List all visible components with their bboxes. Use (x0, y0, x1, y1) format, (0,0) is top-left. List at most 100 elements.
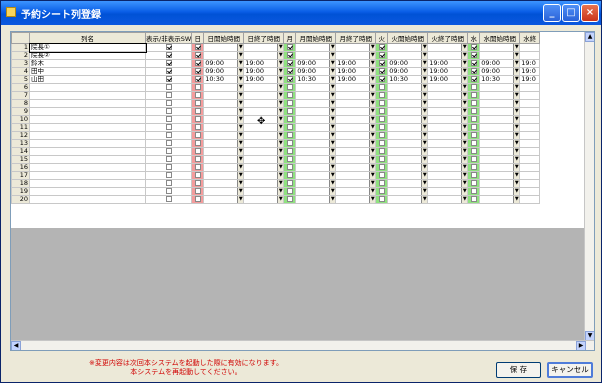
wed-start-time-select[interactable]: 09:00 ▼ (479, 67, 521, 76)
mon-enabled-checkbox[interactable] (286, 84, 293, 90)
dropdown-arrow-icon[interactable]: ▼ (369, 68, 375, 75)
sun-start-time-select[interactable]: ▼ (203, 179, 245, 188)
mon-enabled-cell[interactable] (283, 171, 297, 180)
visibility-switch-cell[interactable] (144, 107, 193, 116)
dropdown-arrow-icon[interactable]: ▼ (237, 164, 243, 171)
mon-enabled-checkbox[interactable] (286, 44, 293, 50)
tue-start-time-select[interactable]: ▼ (387, 179, 429, 188)
wed-end-time-select[interactable]: 19:0 (519, 59, 541, 68)
wed-enabled-cell[interactable] (467, 171, 481, 180)
tue-start-time-select[interactable]: ▼ (387, 131, 429, 140)
dropdown-arrow-icon[interactable]: ▼ (513, 172, 519, 179)
tue-start-time-select[interactable]: ▼ (387, 147, 429, 156)
dropdown-arrow-icon[interactable]: ▼ (513, 52, 519, 59)
dropdown-arrow-icon[interactable]: ▼ (277, 188, 283, 195)
visibility-checkbox[interactable] (165, 92, 172, 98)
wed-enabled-cell[interactable] (467, 67, 481, 76)
dropdown-arrow-icon[interactable]: ▼ (421, 76, 427, 83)
dropdown-arrow-icon[interactable]: ▼ (369, 84, 375, 91)
mon-enabled-checkbox[interactable] (286, 156, 293, 162)
dropdown-arrow-icon[interactable]: ▼ (277, 100, 283, 107)
scroll-right-icon[interactable]: ▶ (576, 341, 586, 350)
mon-end-time-select[interactable]: ▼ (335, 131, 377, 140)
wed-end-time-select[interactable] (519, 51, 541, 60)
dropdown-arrow-icon[interactable]: ▼ (329, 60, 335, 67)
wed-end-time-select[interactable] (519, 187, 541, 196)
sun-start-time-select[interactable]: ▼ (203, 147, 245, 156)
dropdown-arrow-icon[interactable]: ▼ (237, 156, 243, 163)
sun-end-time-select[interactable]: ▼ (243, 179, 285, 188)
dropdown-arrow-icon[interactable]: ▼ (513, 180, 519, 187)
minimize-button[interactable]: _ (543, 4, 561, 22)
sun-end-time-select[interactable]: ▼ (243, 195, 285, 204)
dropdown-arrow-icon[interactable]: ▼ (461, 164, 467, 171)
dropdown-arrow-icon[interactable]: ▼ (513, 188, 519, 195)
sun-enabled-cell[interactable] (191, 131, 205, 140)
dropdown-arrow-icon[interactable]: ▼ (329, 188, 335, 195)
visibility-switch-cell[interactable] (144, 43, 193, 52)
wed-start-time-select[interactable]: ▼ (479, 91, 521, 100)
dropdown-arrow-icon[interactable]: ▼ (421, 172, 427, 179)
dropdown-arrow-icon[interactable]: ▼ (421, 52, 427, 59)
tue-start-time-select[interactable]: ▼ (387, 139, 429, 148)
wed-enabled-checkbox[interactable] (470, 132, 477, 138)
sun-start-time-select[interactable]: ▼ (203, 139, 245, 148)
dropdown-arrow-icon[interactable]: ▼ (237, 108, 243, 115)
horizontal-scrollbar[interactable]: ◀ ▶ (11, 340, 594, 350)
visibility-checkbox[interactable] (165, 100, 172, 106)
dropdown-arrow-icon[interactable]: ▼ (513, 68, 519, 75)
dropdown-arrow-icon[interactable]: ▼ (237, 124, 243, 131)
sun-start-time-select[interactable]: ▼ (203, 171, 245, 180)
tue-start-time-select[interactable]: ▼ (387, 115, 429, 124)
mon-end-time-select[interactable]: ▼ (335, 195, 377, 204)
dropdown-arrow-icon[interactable]: ▼ (237, 52, 243, 59)
vertical-scrollbar[interactable]: ▲ ▼ (584, 32, 594, 341)
mon-enabled-checkbox[interactable] (286, 132, 293, 138)
wed-end-time-select[interactable] (519, 155, 541, 164)
visibility-checkbox[interactable] (165, 116, 172, 122)
sun-end-time-select[interactable]: ▼ (243, 187, 285, 196)
tue-start-time-select[interactable]: ▼ (387, 43, 429, 52)
wed-end-time-select[interactable] (519, 195, 541, 204)
mon-enabled-checkbox[interactable] (286, 108, 293, 114)
dropdown-arrow-icon[interactable]: ▼ (461, 52, 467, 59)
save-button[interactable]: 保 存 (496, 362, 541, 378)
sun-enabled-cell[interactable] (191, 171, 205, 180)
mon-end-time-select[interactable]: ▼ (335, 123, 377, 132)
wed-enabled-cell[interactable] (467, 83, 481, 92)
dropdown-arrow-icon[interactable]: ▼ (237, 188, 243, 195)
dropdown-arrow-icon[interactable]: ▼ (461, 68, 467, 75)
dropdown-arrow-icon[interactable]: ▼ (513, 108, 519, 115)
wed-enabled-checkbox[interactable] (470, 68, 477, 74)
sun-start-time-select[interactable]: ▼ (203, 43, 245, 52)
visibility-checkbox[interactable] (165, 172, 172, 178)
tue-start-time-select[interactable]: 10:30 ▼ (387, 75, 429, 84)
dropdown-arrow-icon[interactable]: ▼ (277, 68, 283, 75)
dropdown-arrow-icon[interactable]: ▼ (513, 148, 519, 155)
wed-start-time-select[interactable]: ▼ (479, 83, 521, 92)
column-name-cell[interactable] (29, 155, 146, 164)
dropdown-arrow-icon[interactable]: ▼ (277, 124, 283, 131)
sun-start-time-select[interactable]: ▼ (203, 99, 245, 108)
dropdown-arrow-icon[interactable]: ▼ (421, 68, 427, 75)
sun-enabled-cell[interactable] (191, 179, 205, 188)
dropdown-arrow-icon[interactable]: ▼ (513, 76, 519, 83)
dropdown-arrow-icon[interactable]: ▼ (237, 116, 243, 123)
sun-end-time-select[interactable]: ▼ (243, 91, 285, 100)
sun-end-time-select[interactable]: ▼ (243, 171, 285, 180)
sun-start-time-select[interactable]: ▼ (203, 115, 245, 124)
wed-enabled-cell[interactable] (467, 107, 481, 116)
sun-enabled-cell[interactable] (191, 75, 205, 84)
sun-end-time-select[interactable]: ▼ (243, 139, 285, 148)
mon-end-time-select[interactable]: ▼ (335, 155, 377, 164)
wed-end-time-select[interactable] (519, 91, 541, 100)
wed-enabled-checkbox[interactable] (470, 100, 477, 106)
dropdown-arrow-icon[interactable]: ▼ (369, 60, 375, 67)
dropdown-arrow-icon[interactable]: ▼ (277, 164, 283, 171)
visibility-checkbox[interactable] (165, 108, 172, 114)
wed-enabled-checkbox[interactable] (470, 180, 477, 186)
visibility-switch-cell[interactable] (144, 147, 193, 156)
sun-start-time-select[interactable]: ▼ (203, 155, 245, 164)
sun-enabled-checkbox[interactable] (194, 100, 201, 106)
visibility-checkbox[interactable] (165, 124, 172, 130)
